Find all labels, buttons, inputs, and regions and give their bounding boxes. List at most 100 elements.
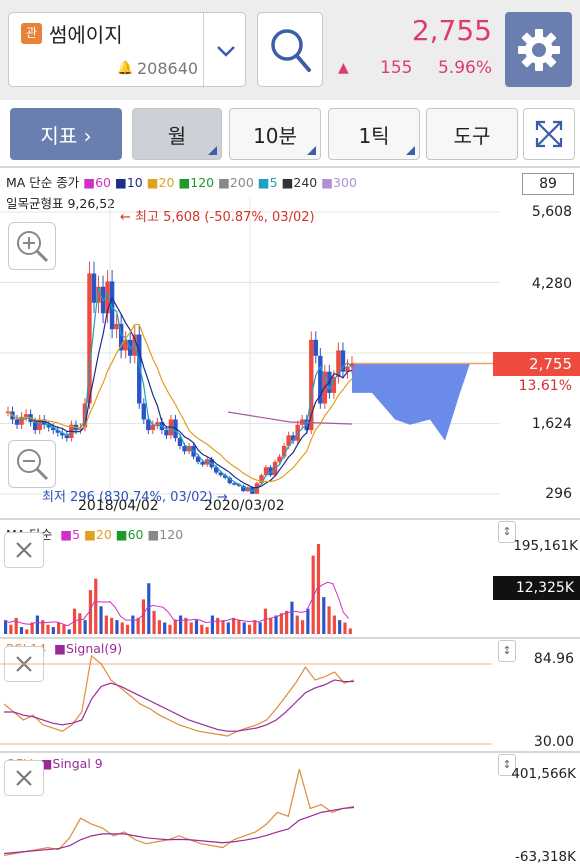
obv-chart[interactable] <box>0 765 500 866</box>
settings-button[interactable] <box>505 12 572 87</box>
period-month-button[interactable]: 월 <box>132 108 222 160</box>
volume-bar <box>343 622 347 634</box>
volume-bar <box>232 617 236 634</box>
rsi-top-label: 84.96 <box>533 651 574 667</box>
volume-max-label: 195,161K <box>513 538 578 554</box>
obv-series-line <box>3 769 355 857</box>
volume-bar <box>14 617 18 634</box>
period-10min-button[interactable]: 10분 <box>229 108 321 160</box>
volume-bar <box>258 622 262 634</box>
stock-selector[interactable]: 관 썸에이지 🔔 208640 <box>8 12 247 88</box>
volume-bar <box>115 620 119 634</box>
volume-bar <box>147 583 151 634</box>
y-axis-label: 5,608 <box>531 204 572 220</box>
corner-triangle-icon <box>307 146 316 155</box>
fullscreen-button[interactable] <box>523 108 575 160</box>
watch-badge: 관 <box>21 23 42 44</box>
zoom-in-button[interactable] <box>8 222 56 270</box>
candle <box>232 483 237 485</box>
volume-bar <box>104 615 108 634</box>
volume-bar <box>168 624 172 634</box>
obv-bottom-label: -63,318K <box>515 849 576 865</box>
candle <box>91 273 97 303</box>
legend-item: MA 단순 종가 <box>6 175 80 190</box>
volume-bar <box>120 622 124 634</box>
volume-bar <box>338 620 342 634</box>
obv-series-line <box>3 806 355 855</box>
y-axis-label: 4,280 <box>531 276 572 292</box>
volume-bar <box>25 629 29 634</box>
corner-triangle-icon <box>208 146 217 155</box>
volume-bar <box>35 615 39 634</box>
volume-bar <box>179 615 183 634</box>
zoom-out-icon <box>17 449 49 481</box>
alert-bell-icon[interactable]: 🔔 <box>117 61 133 76</box>
period-10min-label: 10분 <box>253 123 297 148</box>
rsi-series-line <box>4 679 354 732</box>
volume-bar <box>332 615 336 634</box>
volume-bar <box>295 615 299 634</box>
volume-bar <box>19 627 24 634</box>
volume-bar <box>327 606 331 634</box>
volume-bar <box>279 613 283 634</box>
volume-bar <box>237 620 241 634</box>
ma-line <box>7 287 353 492</box>
volume-bar <box>189 622 193 634</box>
volume-bar <box>221 620 225 634</box>
volume-bar <box>226 622 230 634</box>
ichimoku-cloud <box>352 363 470 441</box>
volume-bar <box>263 608 268 634</box>
volume-bar <box>125 624 130 634</box>
tools-button[interactable]: 도구 <box>426 108 518 160</box>
volume-bar <box>157 620 161 634</box>
up-triangle-icon: ▲ <box>338 60 349 76</box>
volume-bar <box>78 613 82 634</box>
rsi-chart[interactable] <box>0 652 500 750</box>
volume-bar <box>110 617 114 634</box>
volume-bar <box>205 627 209 634</box>
zoom-in-icon <box>17 231 49 263</box>
volume-bar <box>348 628 352 634</box>
gear-icon <box>517 28 560 71</box>
search-icon <box>271 29 311 72</box>
indicator-button[interactable]: 지표 › <box>10 108 122 160</box>
volume-bar <box>290 601 294 634</box>
candle <box>155 422 160 425</box>
legend-item: ■10 <box>115 175 143 190</box>
stock-dropdown-button[interactable] <box>203 13 247 88</box>
period-tick-button[interactable]: 1틱 <box>328 108 420 160</box>
chart-toolbar: 지표 › 월 10분 1틱 도구 <box>0 100 580 166</box>
volume-bar <box>200 624 204 634</box>
tools-label: 도구 <box>453 123 491 148</box>
y-axis-label: 296 <box>545 486 572 502</box>
ma-value-box[interactable]: 89 <box>522 173 574 195</box>
ma-legend: MA 단순 종가 ■60 ■10 ■20 ■120 ■200 ■5 ■240 ■300 <box>6 172 361 191</box>
volume-bar <box>152 610 156 634</box>
stock-code: 208640 <box>137 59 199 78</box>
zoom-out-button[interactable] <box>8 440 56 488</box>
candle <box>109 281 115 330</box>
volume-current-tag: 12,325K <box>493 576 580 600</box>
volume-bar <box>4 620 8 634</box>
volume-chart[interactable] <box>0 540 500 636</box>
volume-bar <box>306 608 310 634</box>
volume-bar <box>173 620 177 634</box>
legend-item: ■200 <box>218 175 254 190</box>
expand-icon <box>535 120 563 148</box>
obv-top-label: 401,566K <box>511 766 576 782</box>
volume-bar <box>269 617 273 634</box>
legend-item: ■60 <box>83 175 112 190</box>
candle <box>200 461 205 465</box>
ma-line <box>227 411 353 425</box>
volume-bar <box>210 615 214 634</box>
volume-bar <box>141 599 146 634</box>
volume-bar <box>253 620 257 634</box>
pane-divider <box>0 751 580 753</box>
search-button[interactable] <box>257 12 323 87</box>
volume-bar <box>9 624 13 634</box>
toolbar-divider <box>0 166 580 168</box>
volume-bar <box>57 622 61 634</box>
volume-bar <box>285 610 289 634</box>
legend-item: ■120 <box>178 175 215 190</box>
volume-bar <box>83 620 87 634</box>
